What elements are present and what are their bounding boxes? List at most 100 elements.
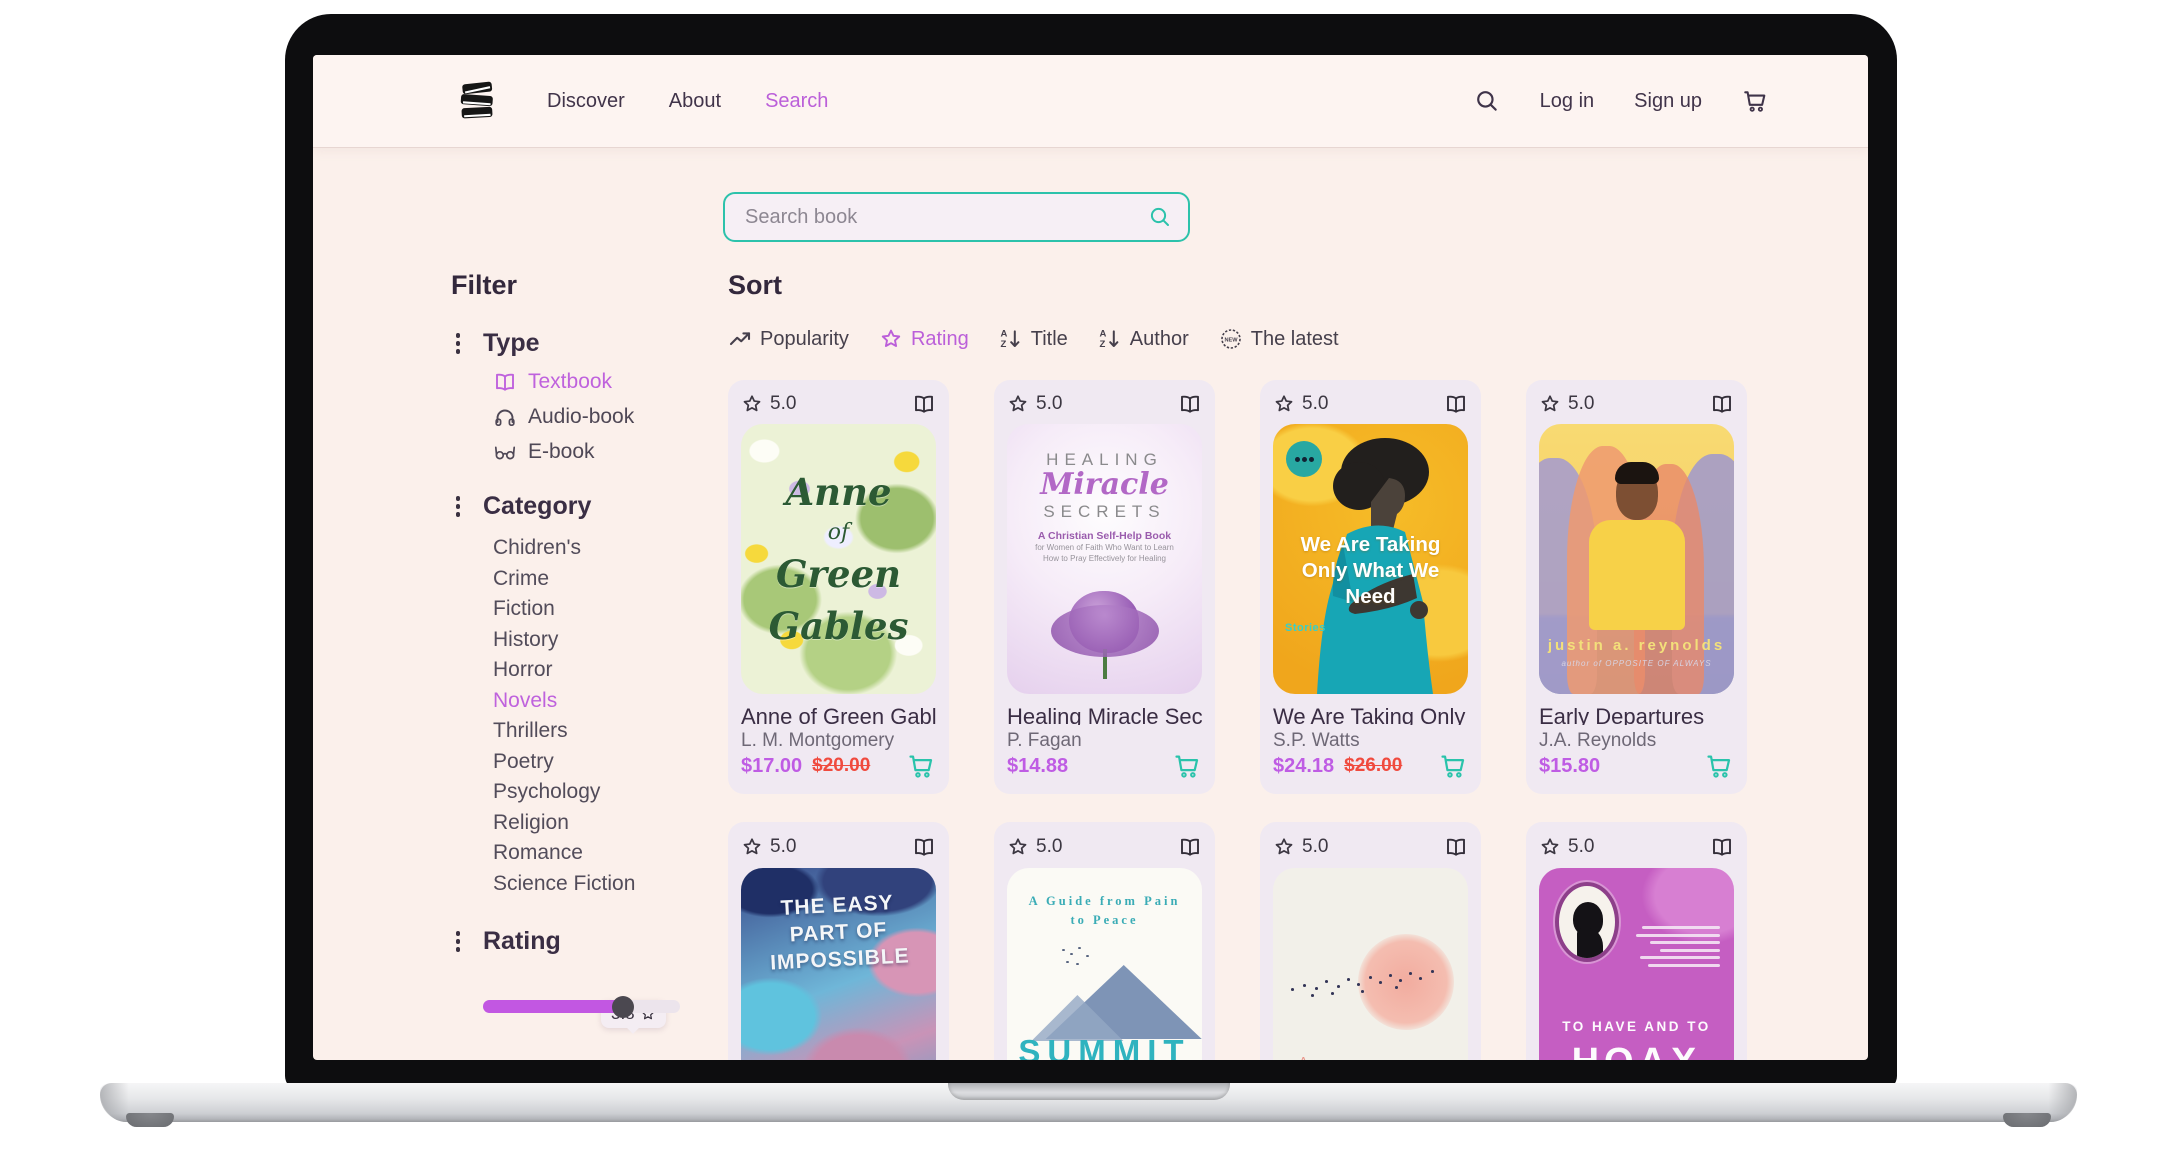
nav-link-search[interactable]: Search xyxy=(765,90,828,113)
book-card[interactable]: 5.0 justin a. reynolds author of OPPOSIT… xyxy=(1526,380,1747,794)
add-to-cart-icon[interactable] xyxy=(906,752,936,780)
sort-option-rating[interactable]: Rating xyxy=(879,327,969,351)
book-card[interactable]: 5.0 We Ar xyxy=(1260,380,1481,794)
kebab-menu-icon[interactable] xyxy=(451,496,465,517)
book-cover[interactable]: THE EASY PART OF IMPOSSIBLE xyxy=(741,868,936,1060)
book-card[interactable]: 5.0 TO HAVE AND TO HOAX xyxy=(1526,822,1747,1060)
sort-option-author[interactable]: Author xyxy=(1098,327,1189,351)
nav-link-about[interactable]: About xyxy=(669,90,721,113)
cover-text: Stories xyxy=(1285,622,1326,634)
nav-link-discover[interactable]: Discover xyxy=(547,90,625,113)
book-card[interactable]: 5.0 A Guide from Pain to Peace SUMMIT xyxy=(994,822,1215,1060)
filter-title: Filter xyxy=(451,270,731,301)
card-top-row: 5.0 xyxy=(1273,392,1468,416)
book-author: L. M. Montgomery xyxy=(741,730,936,752)
category-item[interactable]: Horror xyxy=(493,655,731,686)
book-price: $24.18 xyxy=(1273,755,1334,778)
open-book-icon[interactable] xyxy=(1444,835,1468,859)
cover-text: author of OPPOSITE OF ALWAYS xyxy=(1539,659,1734,668)
book-cover[interactable]: A Guide from Pain to Peace SUMMIT xyxy=(1007,868,1202,1060)
search-input[interactable] xyxy=(743,205,1148,230)
open-book-icon[interactable] xyxy=(1710,392,1734,416)
signup-button[interactable]: Sign up xyxy=(1634,90,1702,113)
search-submit-icon[interactable] xyxy=(1148,205,1172,229)
open-book-icon[interactable] xyxy=(912,835,936,859)
laptop-foot xyxy=(126,1113,174,1127)
rating-slider-thumb[interactable] xyxy=(612,996,634,1018)
category-item-active[interactable]: Novels xyxy=(493,686,731,717)
book-title: We Are Taking Only… xyxy=(1273,704,1468,725)
search-bar xyxy=(723,192,1190,242)
star-icon xyxy=(1007,393,1029,415)
book-cover[interactable]: justin a. reynolds author of OPPOSITE OF… xyxy=(1539,424,1734,694)
birds-art xyxy=(1062,949,1065,951)
sort-options: Popularity Rating Title Author The lates… xyxy=(728,327,1768,351)
book-card[interactable]: 5.0 Anne of Green Gables Anne of Green G… xyxy=(728,380,949,794)
kebab-menu-icon[interactable] xyxy=(451,333,465,354)
login-button[interactable]: Log in xyxy=(1540,90,1595,113)
cart-icon[interactable] xyxy=(1742,88,1768,114)
book-card[interactable]: 5.0 THE EASY PART OF IMPOSSIBLE xyxy=(728,822,949,1060)
filter-panel: Filter Type Textbook Audio-book E-book xyxy=(451,270,731,1013)
add-to-cart-icon[interactable] xyxy=(1172,752,1202,780)
book-rating: 5.0 xyxy=(770,836,796,858)
type-section-header: Type xyxy=(451,329,731,358)
search-icon[interactable] xyxy=(1474,88,1500,114)
add-to-cart-icon[interactable] xyxy=(1438,752,1468,780)
type-item-e-book[interactable]: E-book xyxy=(493,440,731,464)
book-author: J.A. Reynolds xyxy=(1539,730,1734,752)
open-book-icon[interactable] xyxy=(1444,392,1468,416)
category-item[interactable]: Romance xyxy=(493,838,731,869)
cover-text: justin a. reynolds xyxy=(1539,637,1734,654)
open-book-icon[interactable] xyxy=(1178,392,1202,416)
book-cover[interactable]: TO HAVE AND TO HOAX xyxy=(1539,868,1734,1060)
category-item[interactable]: Poetry xyxy=(493,747,731,778)
category-section-title: Category xyxy=(483,492,591,521)
open-book-icon[interactable] xyxy=(1178,835,1202,859)
book-grid: 5.0 Anne of Green Gables Anne of Green G… xyxy=(728,380,1768,1060)
open-book-icon[interactable] xyxy=(912,392,936,416)
card-top-row: 5.0 xyxy=(1539,834,1734,860)
brand-logo[interactable] xyxy=(453,78,501,124)
category-item[interactable]: Psychology xyxy=(493,777,731,808)
book-rating: 5.0 xyxy=(1302,836,1328,858)
cover-art: Anne of Green Gables xyxy=(741,424,936,694)
category-item[interactable]: Chidren's xyxy=(493,533,731,564)
cover-text: of xyxy=(828,518,849,548)
book-cover[interactable]: A JOURNEY xyxy=(1273,868,1468,1060)
book-cover[interactable]: Anne of Green Gables xyxy=(741,424,936,694)
type-item-audio-book[interactable]: Audio-book xyxy=(493,405,731,429)
sort-option-title[interactable]: Title xyxy=(999,327,1068,351)
book-rating: 5.0 xyxy=(1302,393,1328,415)
new-badge-icon xyxy=(1219,327,1243,351)
price-row: $17.00 $20.00 xyxy=(741,752,936,780)
price-row: $15.80 xyxy=(1539,752,1734,780)
book-price: $17.00 xyxy=(741,755,802,778)
sort-option-popularity[interactable]: Popularity xyxy=(728,327,849,351)
book-rating: 5.0 xyxy=(1568,393,1594,415)
category-item[interactable]: Crime xyxy=(493,564,731,595)
category-item[interactable]: History xyxy=(493,625,731,656)
card-top-row: 5.0 xyxy=(741,834,936,860)
star-icon xyxy=(1273,393,1295,415)
type-item-label: E-book xyxy=(528,440,595,464)
kebab-menu-icon[interactable] xyxy=(451,931,465,952)
category-item[interactable]: Science Fiction xyxy=(493,869,731,900)
open-book-icon[interactable] xyxy=(1710,835,1734,859)
type-item-textbook[interactable]: Textbook xyxy=(493,370,731,394)
category-item[interactable]: Fiction xyxy=(493,594,731,625)
sort-az-icon xyxy=(999,327,1023,351)
cover-art xyxy=(1615,462,1659,484)
cover-text: Anne xyxy=(785,466,891,518)
cover-text: SECRETS xyxy=(1007,502,1202,522)
book-card[interactable]: 5.0 HEALING Miracle SECRETS A Christian … xyxy=(994,380,1215,794)
book-cover[interactable]: HEALING Miracle SECRETS A Christian Self… xyxy=(1007,424,1202,694)
category-item[interactable]: Religion xyxy=(493,808,731,839)
add-to-cart-icon[interactable] xyxy=(1704,752,1734,780)
book-card[interactable]: 5.0 A JOURNEY xyxy=(1260,822,1481,1060)
category-item[interactable]: Thrillers xyxy=(493,716,731,747)
book-title: Anne of Green Gables xyxy=(741,704,936,725)
sort-option-the-latest[interactable]: The latest xyxy=(1219,327,1339,351)
rating-slider-track[interactable] xyxy=(483,1000,680,1013)
book-cover[interactable]: We Are Taking Only What We Need Stories xyxy=(1273,424,1468,694)
